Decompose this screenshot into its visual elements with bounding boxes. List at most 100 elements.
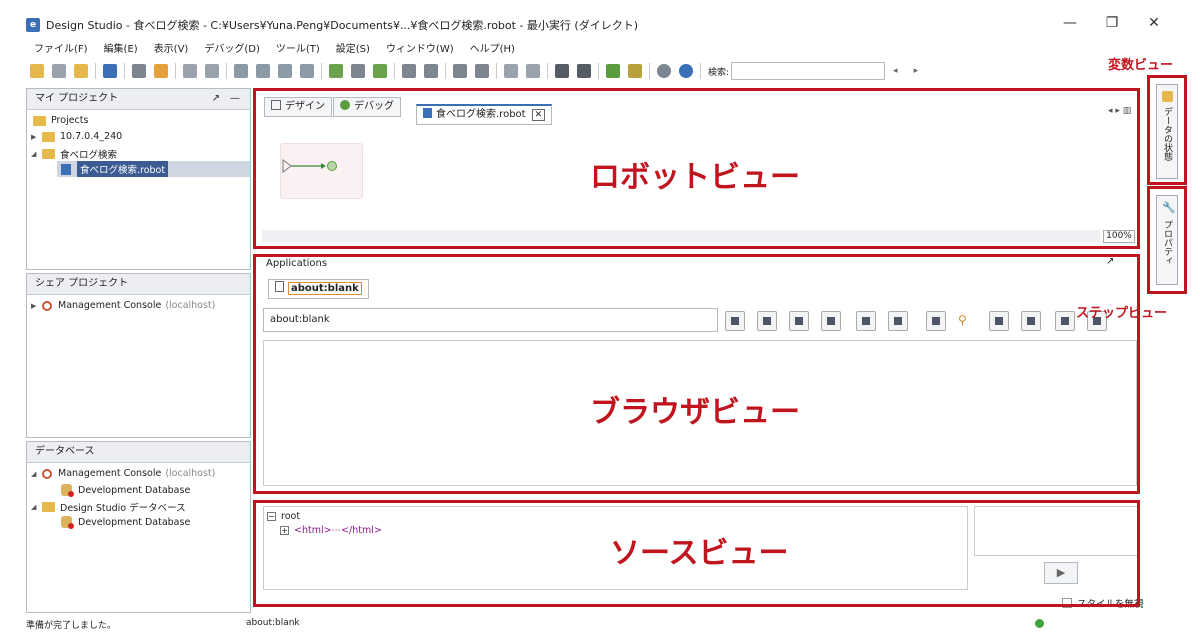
- tree-item-ds-db[interactable]: ◢ Design Studio データベース: [31, 500, 186, 514]
- insert-step-icon[interactable]: [351, 64, 365, 78]
- step-over-icon[interactable]: [475, 64, 489, 78]
- step-view-frame: 🔧 プロパティ: [1147, 186, 1187, 294]
- tree-item-project-1[interactable]: ▶ 10.7.0.4_240: [31, 131, 122, 142]
- step-view-annotation: ステップビュー: [1076, 306, 1168, 321]
- tree-label: 食べログ検索: [60, 150, 118, 161]
- expand-icon[interactable]: [555, 64, 569, 78]
- my-project-title: マイ プロジェクト: [35, 93, 119, 104]
- tree-label: Development Database: [78, 516, 191, 528]
- expand-arrow-icon[interactable]: ▶: [31, 133, 39, 141]
- redo-icon[interactable]: [205, 64, 219, 78]
- debug-run-icon[interactable]: [628, 64, 642, 78]
- search-label: 検索:: [708, 67, 730, 78]
- tree-item-db-mc[interactable]: ◢ Management Console (localhost): [31, 468, 215, 479]
- ungroup-icon[interactable]: [424, 64, 438, 78]
- robot-file-icon: [61, 163, 71, 175]
- toolbar-divider: [321, 63, 322, 79]
- close-button[interactable]: ✕: [1139, 12, 1169, 34]
- refresh-icon[interactable]: [154, 64, 168, 78]
- my-project-panel: マイ プロジェクト ↗ — Projects ▶ 10.7.0.4_240 ◢ …: [26, 88, 251, 270]
- browser-view-label: ブラウザビュー: [590, 395, 800, 430]
- tree-label: Management Console: [58, 300, 162, 311]
- menu-debug[interactable]: デバッグ(D): [196, 38, 268, 56]
- window-title: Design Studio - 食べログ検索 - C:¥Users¥Yuna.P…: [46, 19, 639, 32]
- shared-project-header: シェア プロジェクト: [27, 274, 250, 295]
- data-state-icon: [1162, 91, 1173, 102]
- robot-view-label: ロボットビュー: [590, 160, 800, 195]
- my-project-header: マイ プロジェクト ↗ —: [27, 89, 250, 110]
- menu-tools[interactable]: ツール(T): [268, 38, 328, 56]
- move-up-icon[interactable]: [504, 64, 518, 78]
- paste-icon[interactable]: [278, 64, 292, 78]
- tree-projects-root[interactable]: Projects: [33, 115, 88, 126]
- tree-item-project-2[interactable]: ◢ 食べログ検索: [31, 147, 117, 161]
- expand-arrow-icon[interactable]: ▶: [31, 302, 39, 310]
- minimize-button[interactable]: —: [1055, 12, 1085, 34]
- toolbar-divider: [445, 63, 446, 79]
- stop-icon[interactable]: [132, 64, 146, 78]
- cut-icon[interactable]: [234, 64, 248, 78]
- toolbar-divider: [598, 63, 599, 79]
- database-icon: [61, 516, 74, 529]
- tree-label: 10.7.0.4_240: [60, 131, 123, 142]
- undo-icon[interactable]: [183, 64, 197, 78]
- menu-settings[interactable]: 設定(S): [328, 38, 378, 56]
- minimize-panel-icon[interactable]: —: [230, 89, 240, 109]
- tree-label: 食べログ検索.robot: [77, 161, 169, 177]
- step-into-icon[interactable]: [453, 64, 467, 78]
- collapse-icon[interactable]: [577, 64, 591, 78]
- save-all-icon[interactable]: [74, 64, 88, 78]
- collapse-arrow-icon[interactable]: ◢: [31, 150, 39, 158]
- management-console-icon: [42, 300, 52, 311]
- variables-view-annotation: 変数ビュー: [1108, 58, 1174, 73]
- status-bar: 準備が完了しました。 about:blank: [26, 618, 1146, 632]
- copy-icon[interactable]: [256, 64, 270, 78]
- tree-item-dev-db-1[interactable]: Development Database: [61, 484, 190, 497]
- toolbar-divider: [226, 63, 227, 79]
- tree-item-robot-selected[interactable]: 食べログ検索.robot: [57, 161, 250, 177]
- side-tab-data-state[interactable]: データの状態: [1156, 84, 1178, 179]
- app-icon: e: [26, 18, 40, 32]
- collapse-arrow-icon[interactable]: ◢: [31, 503, 39, 511]
- move-down-icon[interactable]: [526, 64, 540, 78]
- globe-settings-icon[interactable]: [679, 64, 693, 78]
- tree-label: Design Studio データベース: [60, 503, 186, 514]
- side-tab-properties[interactable]: 🔧 プロパティ: [1156, 195, 1178, 285]
- delete-icon[interactable]: [300, 64, 314, 78]
- toolbar-divider: [175, 63, 176, 79]
- debug-icon[interactable]: [606, 64, 620, 78]
- browser-view-frame: [253, 254, 1140, 494]
- save-icon[interactable]: [52, 64, 66, 78]
- maximize-icon[interactable]: ↗: [212, 89, 220, 109]
- branch-icon[interactable]: [373, 64, 387, 78]
- tree-host-label: (localhost): [165, 468, 216, 479]
- tree-item-management-console[interactable]: ▶ Management Console (localhost): [31, 300, 215, 311]
- menu-window[interactable]: ウィンドウ(W): [378, 38, 462, 56]
- side-tab-label: データの状態: [1162, 107, 1172, 161]
- tree-item-dev-db-2[interactable]: Development Database: [61, 516, 191, 529]
- toolbar-divider: [649, 63, 650, 79]
- globe-icon[interactable]: [657, 64, 671, 78]
- folder-icon: [33, 115, 46, 126]
- menu-edit[interactable]: 編集(E): [96, 38, 146, 56]
- collapse-arrow-icon[interactable]: ◢: [31, 470, 39, 478]
- group-icon[interactable]: [402, 64, 416, 78]
- toolbar-divider: [496, 63, 497, 79]
- tree-label: Management Console: [58, 468, 162, 479]
- menu-help[interactable]: ヘルプ(H): [462, 38, 523, 56]
- open-folder-icon[interactable]: [30, 64, 44, 78]
- toolbar-divider: [394, 63, 395, 79]
- menu-file[interactable]: ファイル(F): [26, 38, 96, 56]
- add-step-icon[interactable]: [329, 64, 343, 78]
- menu-view[interactable]: 表示(V): [146, 38, 197, 56]
- toolbar-divider: [547, 63, 548, 79]
- variables-view-frame: データの状態: [1147, 75, 1187, 185]
- search-prev-icon[interactable]: ◂: [893, 66, 898, 76]
- search-next-icon[interactable]: ▸: [914, 66, 919, 76]
- tree-host-label: (localhost): [165, 300, 216, 311]
- database-icon: [61, 484, 74, 497]
- restore-button[interactable]: ❐: [1097, 12, 1127, 34]
- search-input[interactable]: [731, 62, 886, 80]
- side-tab-label: プロパティ: [1162, 220, 1172, 265]
- robot-icon[interactable]: [103, 64, 117, 78]
